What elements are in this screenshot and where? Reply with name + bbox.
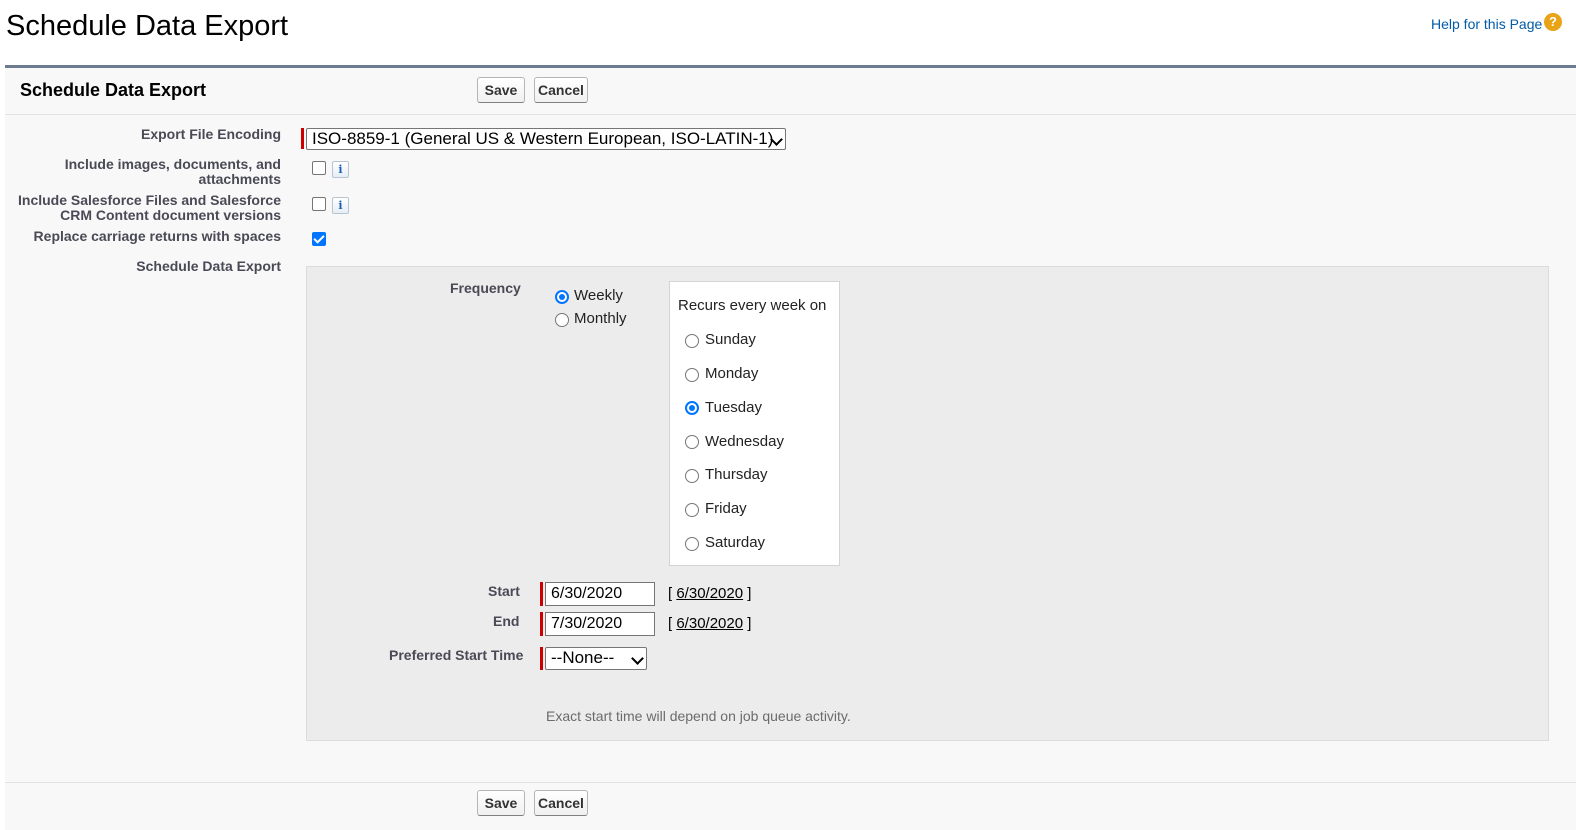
recurs-label: Recurs every week on: [678, 297, 827, 314]
include-files-label-line2: CRM Content document versions: [60, 207, 281, 223]
cancel-button-bottom[interactable]: Cancel: [534, 790, 588, 816]
day-friday-label[interactable]: Friday: [705, 500, 747, 517]
required-indicator: [540, 647, 543, 670]
day-tuesday-label[interactable]: Tuesday: [705, 399, 762, 416]
chevron-down-icon: [631, 652, 644, 665]
help-link[interactable]: Help for this Page: [1431, 16, 1542, 32]
info-icon-glyph: i: [338, 163, 343, 176]
include-files-label-line1: Include Salesforce Files and Salesforce: [18, 192, 281, 208]
frequency-label: Frequency: [450, 280, 521, 296]
save-button-bottom[interactable]: Save: [477, 790, 525, 816]
day-wednesday-label[interactable]: Wednesday: [705, 433, 784, 450]
info-icon[interactable]: i: [332, 161, 349, 178]
block-title: Schedule Data Export: [20, 80, 207, 100]
end-today-link-wrap: [ 6/30/2020 ]: [668, 615, 752, 632]
required-indicator: [301, 128, 304, 149]
end-today-link[interactable]: 6/30/2020: [676, 615, 743, 632]
include-images-label: Include images, documents, and attachmen…: [65, 157, 281, 187]
day-monday-radio[interactable]: [685, 368, 699, 382]
block-header: [5, 68, 1576, 115]
start-today-link[interactable]: 6/30/2020: [676, 585, 743, 602]
include-images-checkbox[interactable]: [312, 161, 326, 175]
end-date-input[interactable]: 7/30/2020: [545, 612, 655, 636]
include-files-checkbox[interactable]: [312, 197, 326, 211]
replace-cr-label: Replace carriage returns with spaces: [33, 228, 281, 244]
day-saturday-radio[interactable]: [685, 537, 699, 551]
encoding-label: Export File Encoding: [140, 126, 281, 142]
page-title: Schedule Data Export: [6, 10, 289, 42]
preferred-time-label: Preferred Start Time: [389, 647, 524, 663]
encoding-select-value: ISO-8859-1 (General US & Western Europea…: [312, 129, 774, 148]
include-images-label-line1: Include images, documents, and: [64, 156, 281, 172]
block-footer: [5, 782, 1576, 826]
day-saturday-label[interactable]: Saturday: [705, 534, 765, 551]
include-images-label-line2: attachments: [198, 171, 281, 187]
encoding-select[interactable]: ISO-8859-1 (General US & Western Europea…: [306, 128, 786, 150]
day-sunday-radio[interactable]: [685, 334, 699, 348]
start-date-input[interactable]: 6/30/2020: [545, 582, 655, 606]
preferred-time-value: --None--: [551, 648, 615, 667]
frequency-weekly-radio[interactable]: [555, 290, 569, 304]
help-icon[interactable]: ?: [1544, 13, 1562, 31]
schedule-panel: [306, 266, 1549, 741]
day-thursday-label[interactable]: Thursday: [705, 466, 768, 483]
frequency-monthly-radio[interactable]: [555, 313, 569, 327]
frequency-weekly-label[interactable]: Weekly: [574, 287, 623, 304]
schedule-label: Schedule Data Export: [136, 258, 281, 274]
day-sunday-label[interactable]: Sunday: [705, 331, 756, 348]
day-wednesday-radio[interactable]: [685, 435, 699, 449]
day-tuesday-radio[interactable]: [685, 401, 699, 415]
include-files-label: Include Salesforce Files and Salesforce …: [18, 193, 281, 223]
cancel-button-top[interactable]: Cancel: [534, 77, 588, 103]
start-label: Start: [488, 583, 520, 599]
recurs-box: [669, 281, 840, 566]
info-icon[interactable]: i: [332, 197, 349, 214]
preferred-time-select[interactable]: --None--: [545, 647, 647, 670]
info-icon-glyph: i: [338, 199, 343, 212]
replace-cr-checkbox[interactable]: [312, 232, 326, 246]
day-thursday-radio[interactable]: [685, 469, 699, 483]
start-today-link-wrap: [ 6/30/2020 ]: [668, 585, 752, 602]
day-friday-radio[interactable]: [685, 503, 699, 517]
job-queue-note: Exact start time will depend on job queu…: [546, 708, 851, 724]
required-indicator: [540, 612, 543, 636]
frequency-monthly-label[interactable]: Monthly: [574, 310, 627, 327]
required-indicator: [540, 582, 543, 606]
save-button-top[interactable]: Save: [477, 77, 525, 103]
end-label: End: [493, 613, 520, 629]
day-monday-label[interactable]: Monday: [705, 365, 758, 382]
